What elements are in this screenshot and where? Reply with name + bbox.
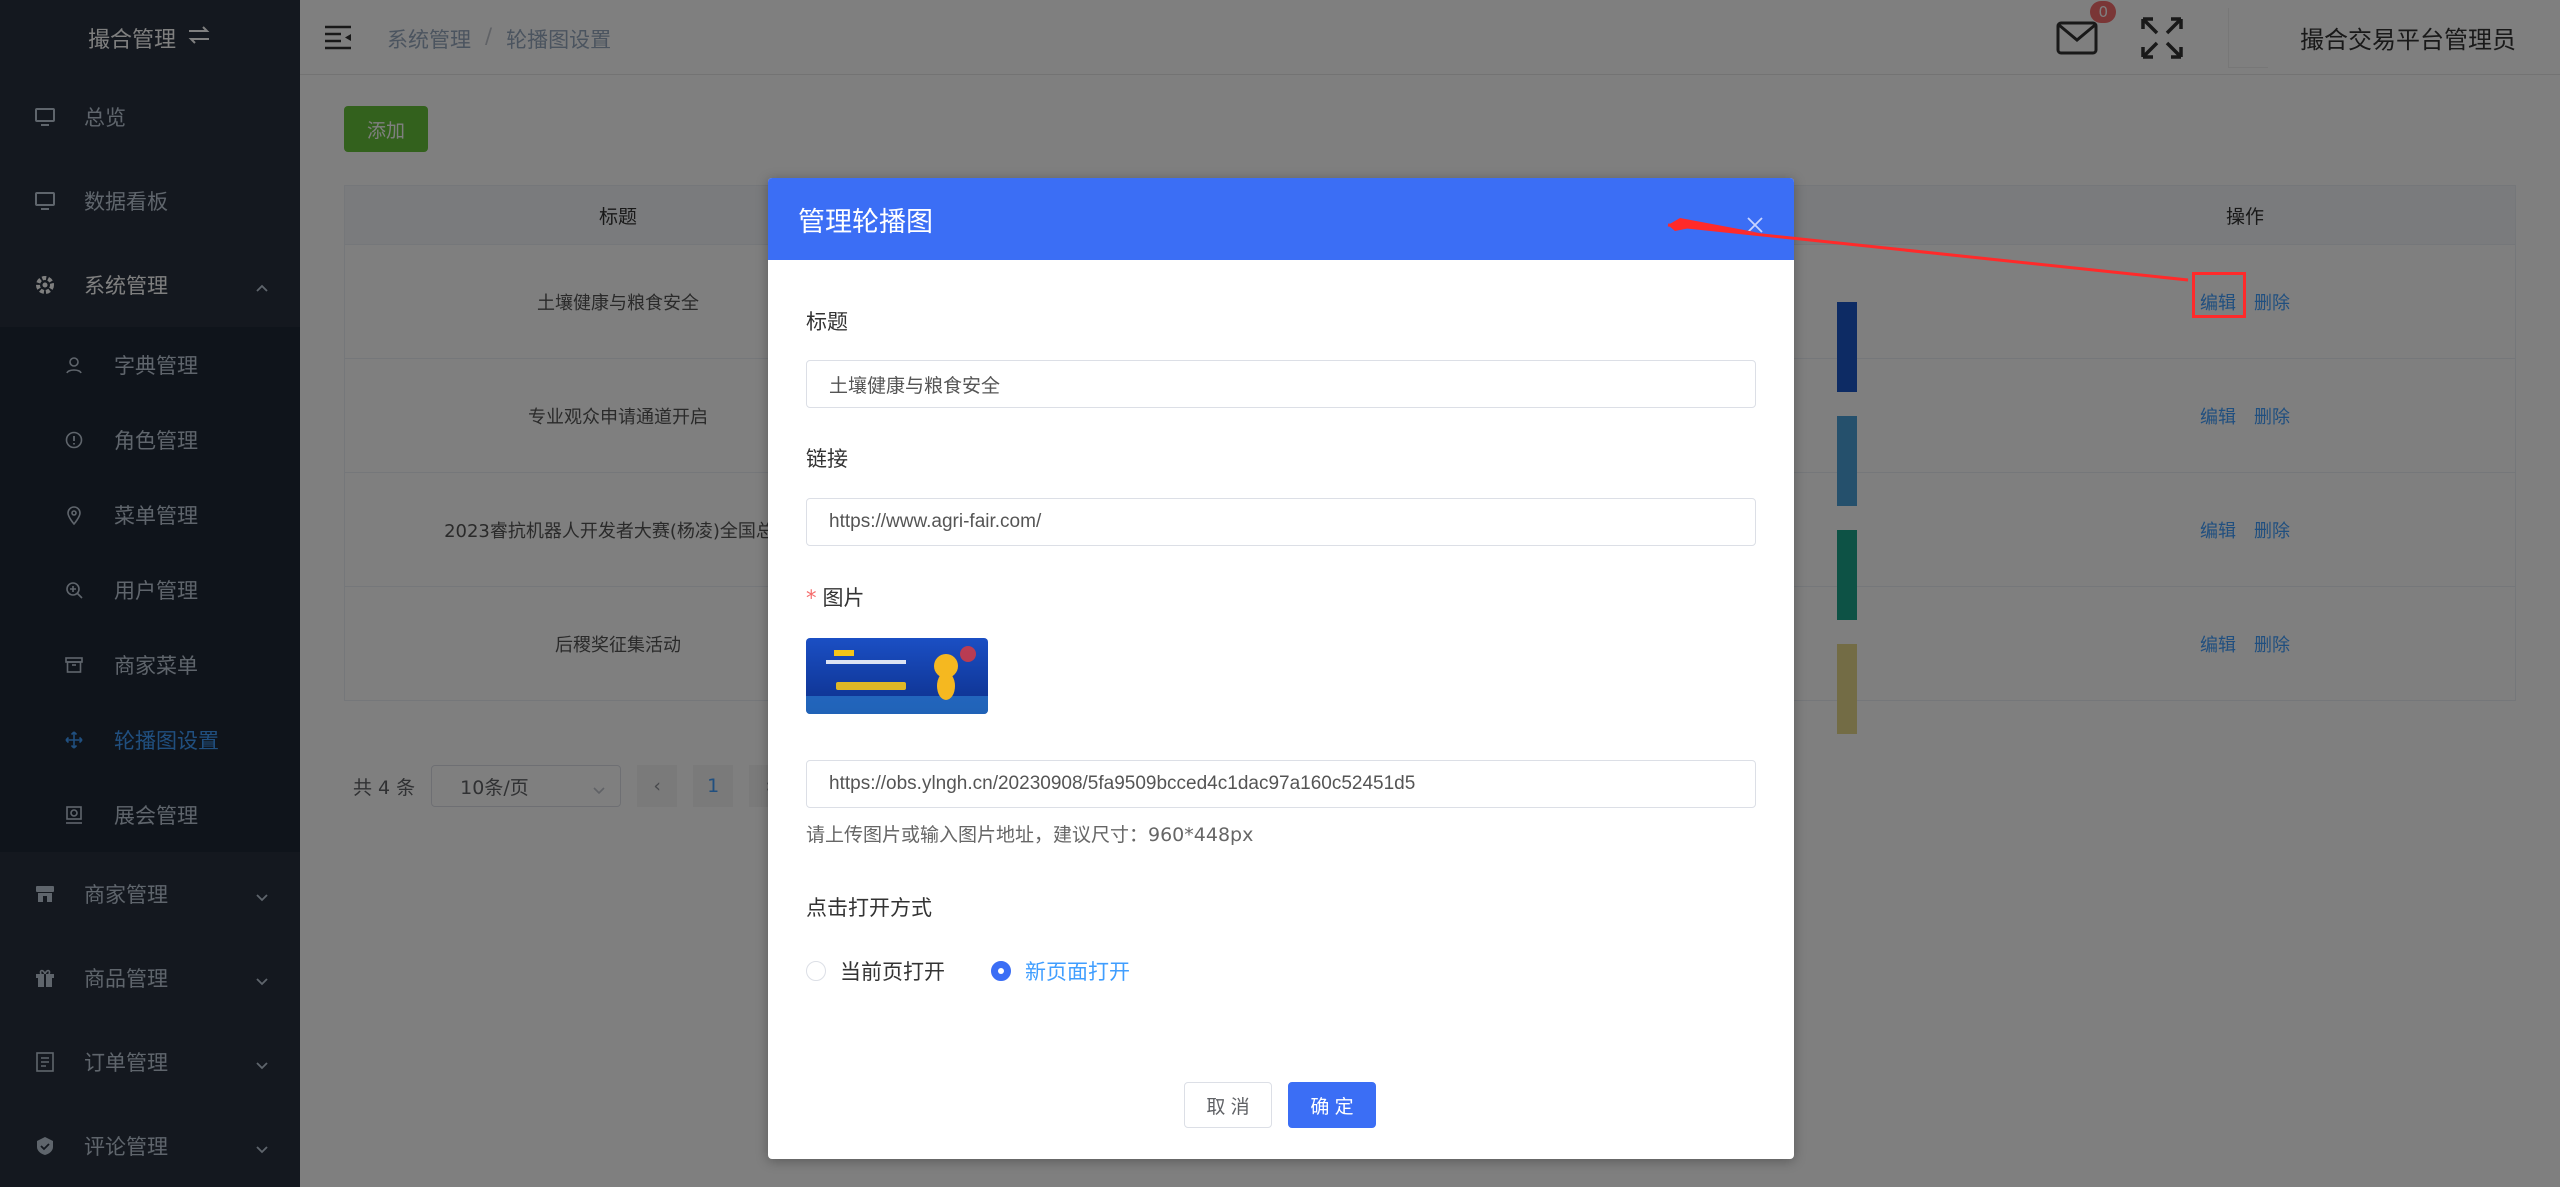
link-input[interactable]: https://www.agri-fair.com/	[806, 498, 1756, 546]
radio-circle-checked[interactable]	[991, 961, 1011, 981]
image-hint: 请上传图片或输入图片地址，建议尺寸：960*448px	[806, 824, 1254, 846]
title-label: 标题	[806, 310, 848, 334]
confirm-button[interactable]: 确 定	[1288, 1082, 1376, 1128]
image-label-text: 图片	[822, 586, 865, 610]
required-mark: *	[806, 586, 817, 610]
radio-current-page[interactable]: 当前页打开	[806, 956, 945, 986]
radio-label: 新页面打开	[1025, 960, 1130, 984]
close-icon[interactable]	[1746, 210, 1764, 233]
dialog-footer: 取 消 确 定	[1184, 1082, 1376, 1128]
annotation-highlight-box	[2192, 272, 2246, 318]
image-label: * 图片	[806, 582, 865, 612]
radio-new-page[interactable]: 新页面打开	[991, 956, 1130, 986]
carousel-dialog: 管理轮播图 标题 土壤健康与粮食安全 链接 https://www.agri-f…	[768, 178, 1794, 1159]
dialog-header: 管理轮播图	[768, 178, 1794, 260]
image-preview[interactable]	[806, 638, 988, 714]
image-url-input[interactable]: https://obs.ylngh.cn/20230908/5fa9509bcc…	[806, 760, 1756, 808]
radio-label: 当前页打开	[840, 960, 945, 984]
cancel-button[interactable]: 取 消	[1184, 1082, 1272, 1128]
open-mode-radio-group: 当前页打开 新页面打开	[806, 956, 1176, 986]
open-mode-label: 点击打开方式	[806, 896, 932, 920]
radio-circle[interactable]	[806, 961, 826, 981]
title-input[interactable]: 土壤健康与粮食安全	[806, 360, 1756, 408]
dialog-title: 管理轮播图	[798, 206, 933, 238]
link-label: 链接	[806, 447, 848, 471]
